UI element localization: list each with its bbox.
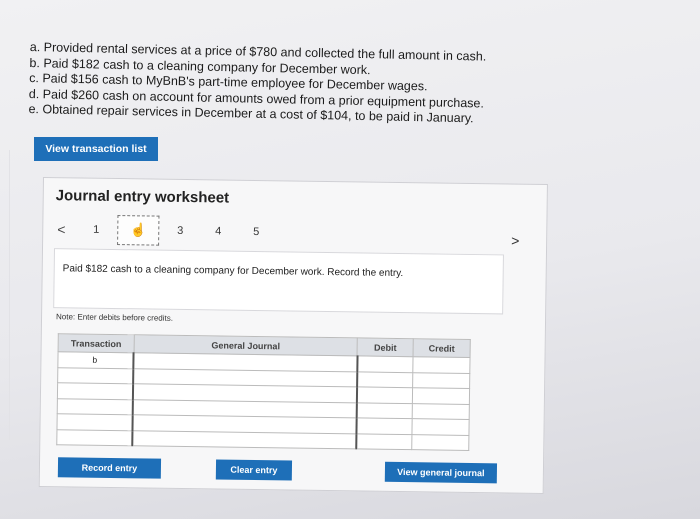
- transaction-cell: [56, 413, 134, 431]
- debit-input[interactable]: [355, 433, 413, 450]
- view-general-journal-button[interactable]: View general journal: [384, 461, 498, 484]
- worksheet-title: Journal entry worksheet: [55, 187, 230, 207]
- record-entry-button[interactable]: Record entry: [57, 457, 162, 479]
- credit-input[interactable]: [412, 387, 470, 404]
- credit-input[interactable]: [412, 403, 470, 420]
- credit-input[interactable]: [412, 356, 471, 373]
- hand-pointer-icon: ☝: [130, 222, 147, 238]
- credit-input[interactable]: [411, 434, 469, 451]
- credit-input[interactable]: [412, 418, 470, 435]
- transaction-cell: [57, 382, 134, 400]
- transaction-cell: [57, 398, 134, 415]
- clear-entry-button[interactable]: Clear entry: [215, 459, 293, 481]
- prev-page-button[interactable]: <: [57, 221, 77, 237]
- transaction-list: a. Provided rental services at a price o…: [28, 40, 500, 127]
- credit-input[interactable]: [412, 372, 470, 389]
- debit-input[interactable]: [357, 355, 414, 373]
- account-input[interactable]: [132, 430, 357, 449]
- header-debit: Debit: [357, 337, 414, 357]
- page-3[interactable]: 3: [161, 225, 199, 238]
- entry-note: Note: Enter debits before credits.: [55, 312, 174, 323]
- header-credit: Credit: [413, 338, 471, 358]
- transaction-cell: [56, 429, 133, 446]
- debit-input[interactable]: [356, 386, 413, 404]
- worksheet-pagination: < 1 ☝ 3 4 5: [57, 215, 275, 246]
- transaction-cell: [57, 367, 134, 384]
- debit-input[interactable]: [356, 417, 413, 435]
- page-2-active[interactable]: ☝: [117, 215, 160, 246]
- page-4[interactable]: 4: [199, 225, 237, 238]
- next-page-button[interactable]: >: [511, 233, 519, 249]
- header-transaction: Transaction: [58, 333, 135, 353]
- debit-input[interactable]: [356, 371, 413, 388]
- left-panel-edge: [0, 150, 10, 440]
- transaction-cell: b: [57, 351, 134, 369]
- view-transaction-list-button[interactable]: View transaction list: [34, 137, 158, 161]
- page-1[interactable]: 1: [77, 223, 115, 236]
- journal-table: Transaction General Journal Debit Credit…: [56, 333, 471, 451]
- debit-input[interactable]: [356, 402, 413, 419]
- entry-description: Paid $182 cash to a cleaning company for…: [53, 248, 504, 315]
- page-5[interactable]: 5: [237, 226, 275, 239]
- journal-entry-worksheet: Journal entry worksheet < 1 ☝ 3 4 5 > Pa…: [38, 177, 548, 495]
